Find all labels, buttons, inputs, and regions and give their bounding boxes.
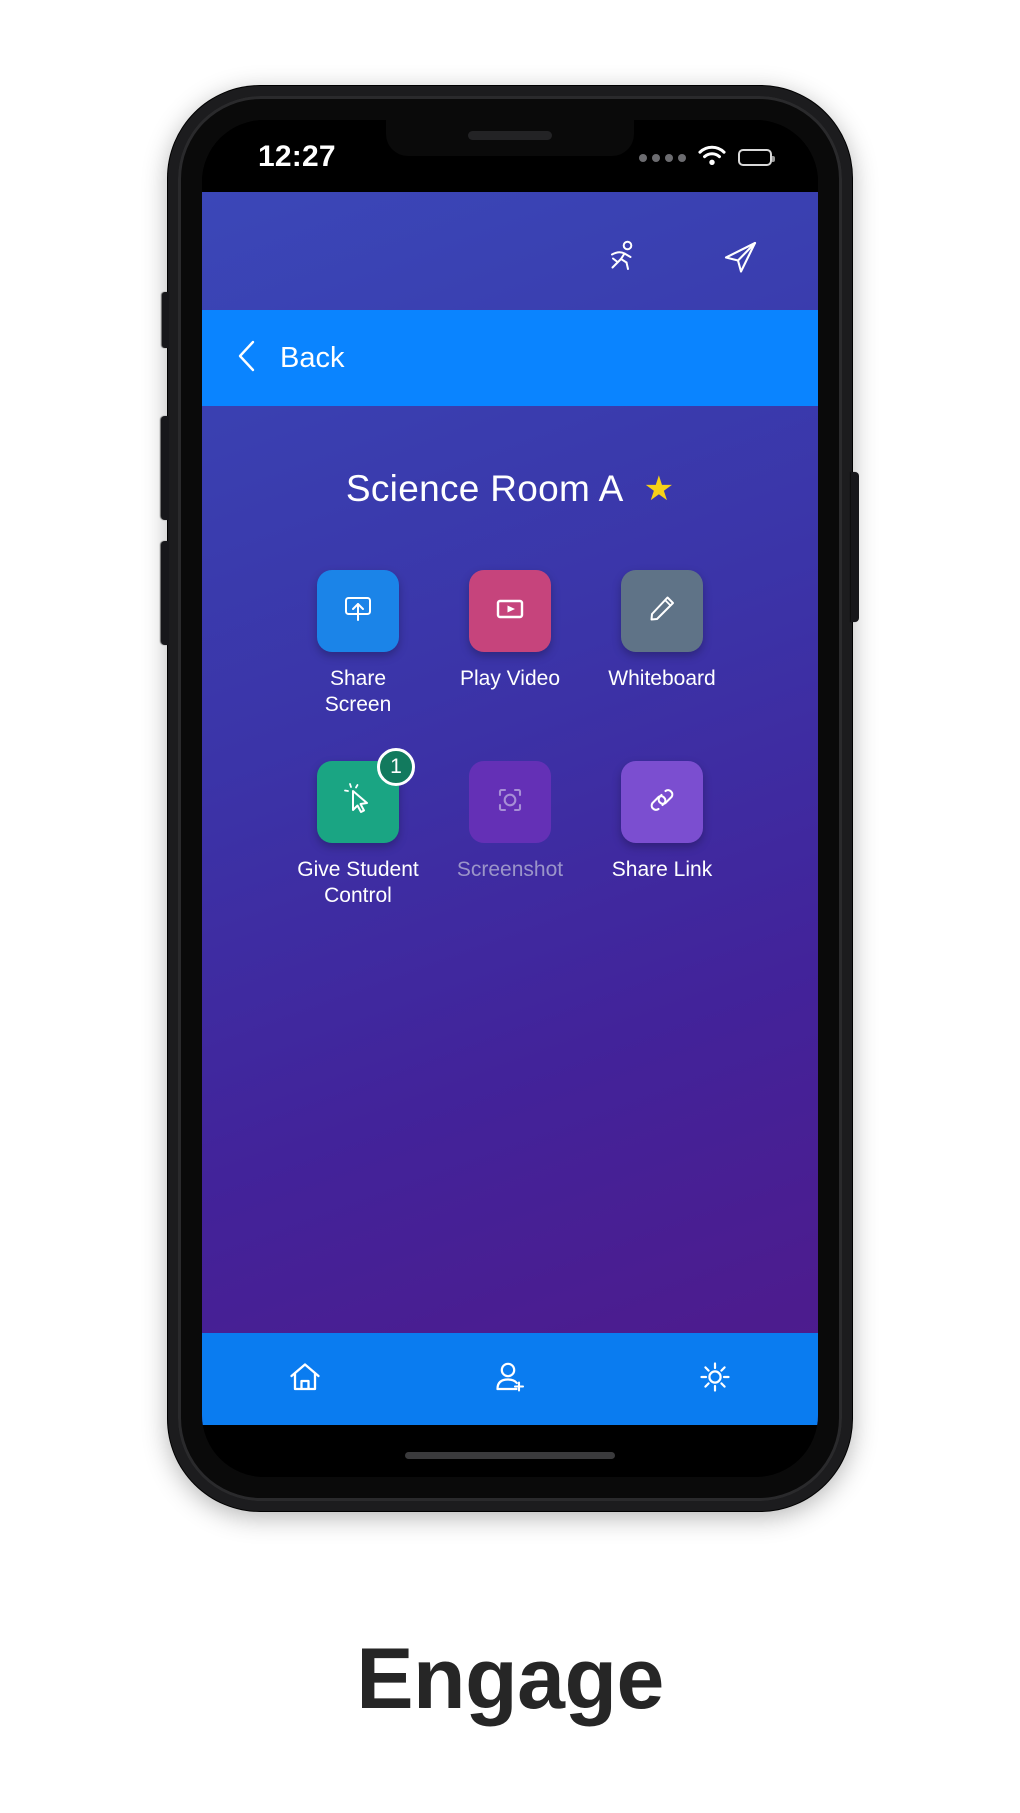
phone-device-frame: 12:27 Back Science Room A ★ Share Screen… — [161, 86, 859, 1511]
caption-text: Engage — [356, 1631, 664, 1727]
back-navigation-bar[interactable]: Back — [202, 310, 818, 406]
share-screen-icon — [336, 587, 380, 636]
tile-icon-box[interactable] — [317, 570, 399, 652]
phone-bezel: 12:27 Back Science Room A ★ Share Screen… — [178, 96, 842, 1501]
running-person-icon[interactable] — [600, 234, 646, 280]
tile-icon-box[interactable] — [621, 570, 703, 652]
tile-label: Whiteboard — [608, 667, 716, 690]
tile-icon-box[interactable] — [621, 761, 703, 844]
back-label: Back — [280, 341, 345, 374]
tile-label: Play Video — [459, 667, 561, 690]
tile-label: Give Student Control — [297, 858, 419, 907]
add-user-icon — [490, 1357, 530, 1402]
cursor-click-icon — [336, 778, 380, 827]
app-content: Back Science Room A ★ Share Screen Play … — [202, 192, 818, 1425]
tile-icon-box[interactable]: 1 — [317, 748, 415, 844]
star-icon[interactable]: ★ — [644, 472, 674, 506]
tile-give-student-control[interactable]: 1 Give Student Control — [295, 748, 421, 908]
signal-dots-icon — [639, 153, 686, 162]
power-button[interactable] — [851, 472, 859, 622]
play-video-icon — [488, 587, 532, 636]
tile-screenshot: Screenshot — [447, 761, 573, 908]
wifi-icon — [697, 144, 727, 171]
tile-icon-box[interactable] — [469, 570, 551, 652]
volume-down-button[interactable] — [161, 541, 169, 645]
page-title: Science Room A — [345, 468, 624, 509]
status-bar-time: 12:27 — [258, 140, 336, 173]
bottom-navigation-bar — [202, 1333, 818, 1425]
tile-play-video[interactable]: Play Video — [447, 570, 573, 717]
send-icon[interactable] — [718, 234, 764, 280]
battery-icon — [738, 149, 775, 166]
app-header — [202, 192, 818, 310]
action-tile-grid: Share Screen Play Video Whiteboard 1 Giv… — [295, 570, 725, 908]
nav-add-user[interactable] — [407, 1357, 612, 1402]
room-title-row: Science Room A ★ — [202, 468, 818, 510]
camera-focus-icon — [488, 778, 532, 827]
gear-icon — [695, 1357, 735, 1402]
tile-whiteboard[interactable]: Whiteboard — [599, 570, 725, 717]
link-chain-icon — [640, 778, 684, 827]
home-indicator[interactable] — [405, 1452, 615, 1459]
phone-screen: 12:27 Back Science Room A ★ Share Screen… — [202, 120, 818, 1477]
tile-share-link[interactable]: Share Link — [599, 761, 725, 908]
status-bar-indicators — [639, 144, 775, 171]
chevron-left-icon[interactable] — [236, 339, 258, 378]
nav-settings[interactable] — [613, 1357, 818, 1402]
home-icon — [285, 1357, 325, 1402]
screenshot-canvas: 12:27 Back Science Room A ★ Share Screen… — [0, 0, 1020, 1813]
volume-up-button[interactable] — [161, 416, 169, 520]
pencil-icon — [640, 587, 684, 636]
tile-label: Screenshot — [456, 858, 564, 882]
tile-label: Share Screen — [324, 667, 392, 716]
earpiece-speaker — [468, 131, 552, 140]
tile-label: Share Link — [611, 858, 713, 882]
status-badge: 1 — [377, 748, 415, 787]
tile-share-screen[interactable]: Share Screen — [295, 570, 421, 717]
display-notch — [386, 120, 634, 156]
silent-switch-button[interactable] — [162, 292, 169, 348]
tile-icon-box — [469, 761, 551, 844]
nav-home[interactable] — [202, 1357, 407, 1402]
